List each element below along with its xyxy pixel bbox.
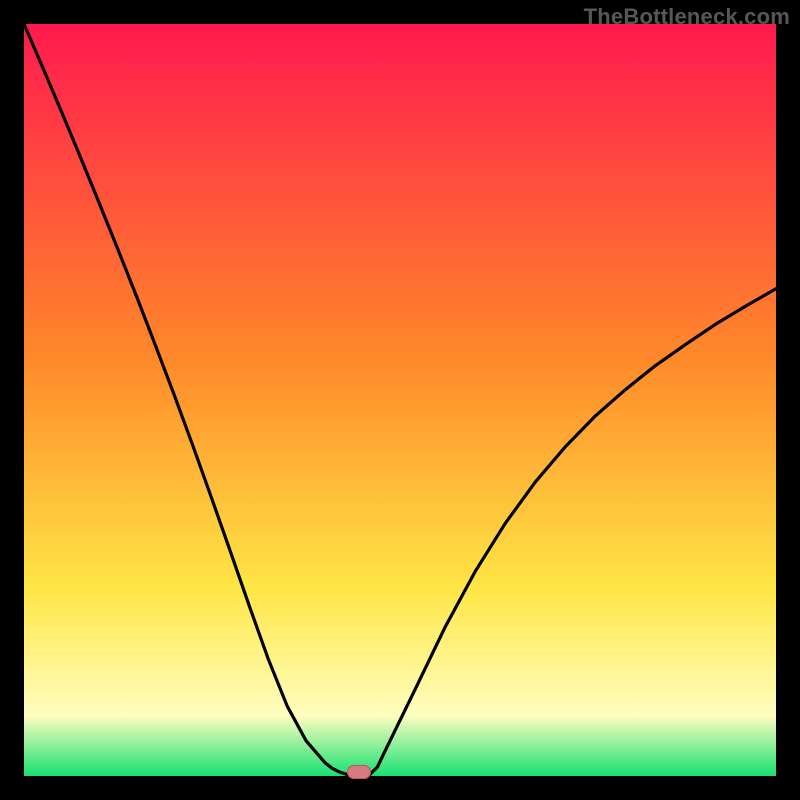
watermark-text: TheBottleneck.com <box>584 4 790 30</box>
chart-frame: TheBottleneck.com <box>0 0 800 800</box>
gradient-bg <box>24 24 776 776</box>
bottleneck-marker <box>347 765 371 779</box>
bottleneck-chart <box>24 24 776 776</box>
